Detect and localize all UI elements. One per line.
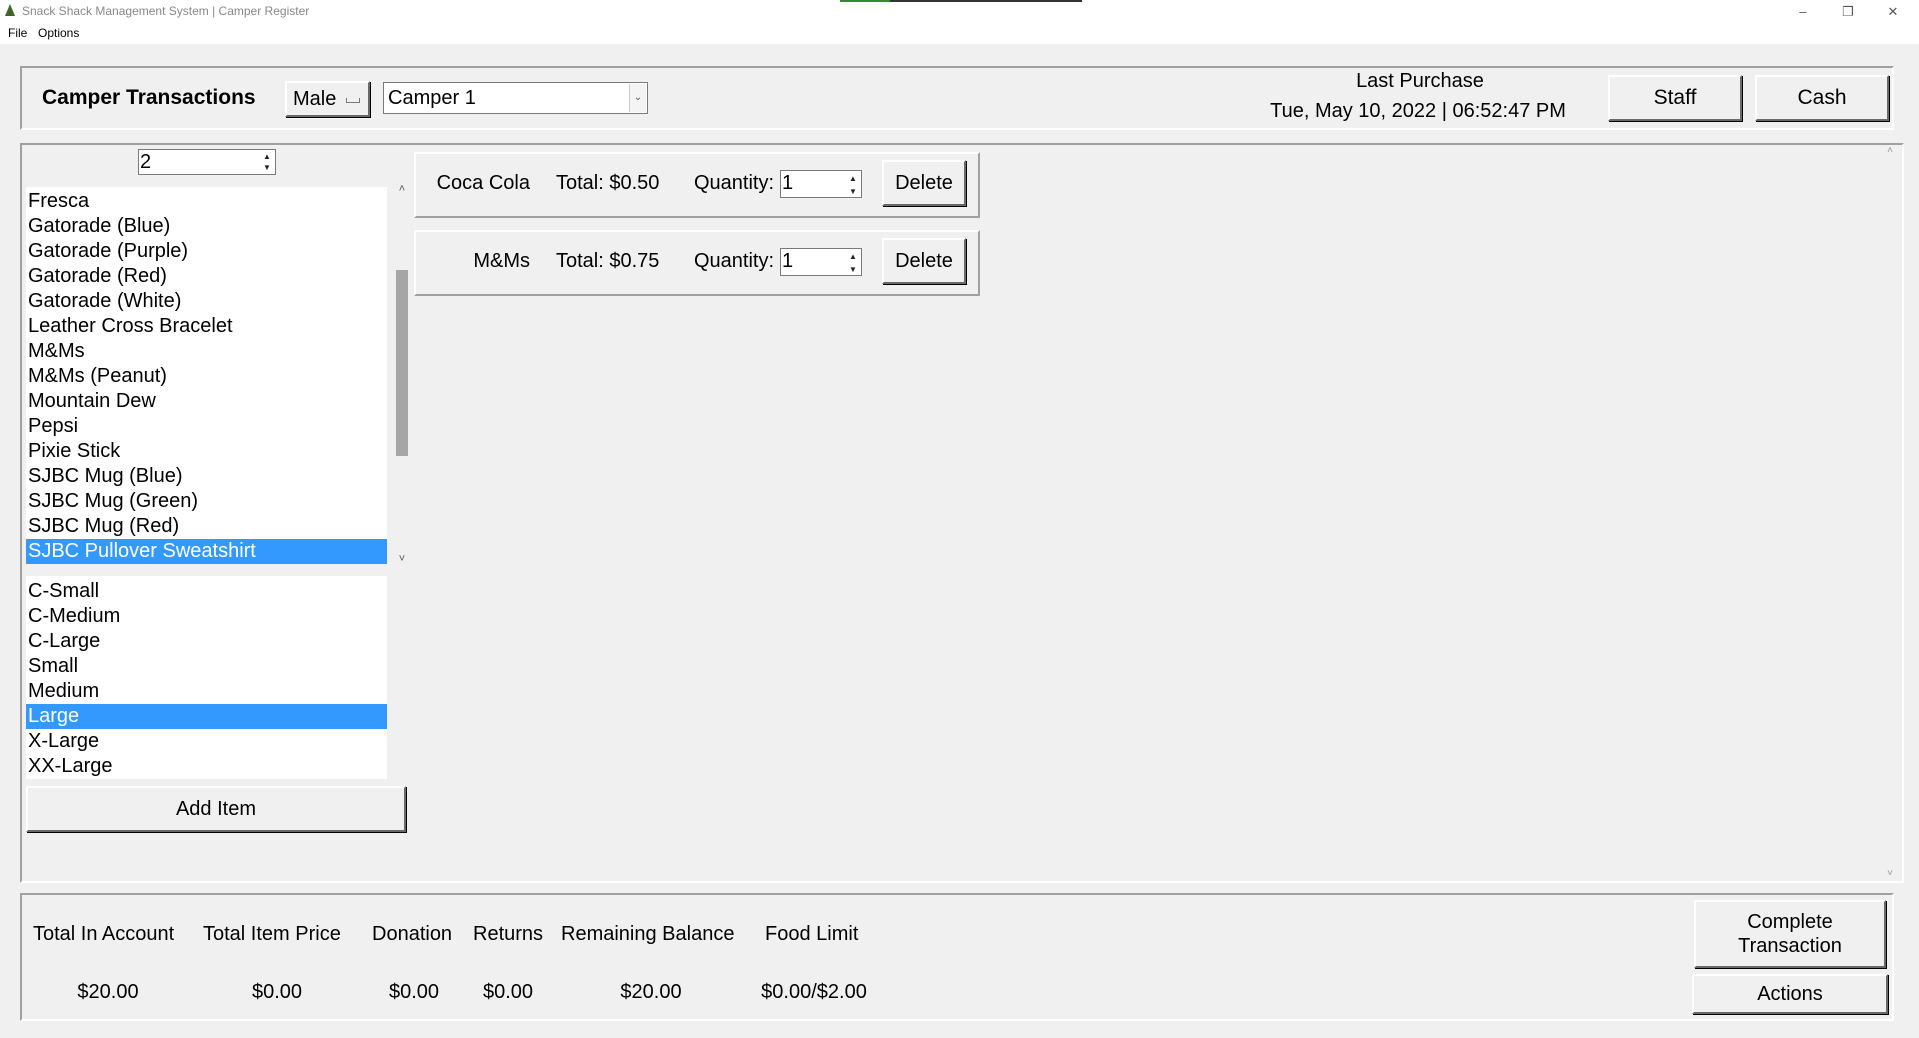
size-item[interactable]: C-Medium (26, 604, 387, 629)
chevron-down-icon[interactable]: ⌄ (629, 84, 646, 112)
scroll-down-icon[interactable]: ˅ (1883, 868, 1897, 882)
gender-value: Male (293, 88, 337, 110)
chevron-down-icon[interactable]: ˅ (394, 552, 410, 566)
size-item[interactable]: Medium (26, 679, 387, 704)
quantity-value: 2 (140, 151, 152, 173)
list-item[interactable]: Pepsi (26, 414, 387, 439)
cart-quantity-stepper[interactable]: 1 ▲ ▼ (780, 248, 862, 276)
page-title: Camper Transactions (42, 86, 256, 109)
delete-button[interactable]: Delete (882, 160, 966, 206)
actions-button[interactable]: Actions (1692, 974, 1888, 1014)
remaining-balance-label: Remaining Balance (561, 923, 735, 945)
cart-item-total: Total: $0.50 (556, 172, 660, 194)
cart-item-name: Coca Cola (436, 172, 530, 194)
cart-quantity-value: 1 (782, 172, 794, 194)
food-limit-label: Food Limit (765, 923, 859, 945)
list-item[interactable]: Gatorade (Red) (26, 264, 387, 289)
sizes-list[interactable]: C-Small C-Medium C-Large Small Medium Large X-… (26, 576, 387, 779)
list-item[interactable]: Leather Cross Bracelet (26, 314, 387, 339)
size-item[interactable]: Large (26, 704, 387, 729)
total-in-account-label: Total In Account (33, 923, 175, 945)
spin-arrows-icon[interactable]: ▲ ▼ (260, 151, 274, 173)
list-item[interactable]: SJBC Mug (Blue) (26, 464, 387, 489)
total-item-price-label: Total Item Price (203, 923, 341, 945)
list-item[interactable]: Gatorade (White) (26, 289, 387, 314)
complete-line-2: Transaction (1738, 935, 1842, 957)
option-indicator-icon (346, 98, 360, 103)
cash-button[interactable]: Cash (1755, 75, 1889, 121)
window-title: Snack Shack Management System | Camper R… (22, 4, 310, 18)
total-in-account-value: $20.00 (77, 981, 139, 1003)
list-item[interactable]: M&Ms (Peanut) (26, 364, 387, 389)
list-item[interactable]: Gatorade (Purple) (26, 239, 387, 264)
scrollbar-thumb[interactable] (396, 270, 408, 456)
app-icon (5, 4, 15, 16)
donation-value: $0.00 (388, 981, 440, 1003)
cart-quantity-label: Quantity: (694, 172, 775, 194)
spin-arrows-icon[interactable]: ▲ ▼ (846, 172, 860, 198)
returns-label: Returns (473, 923, 544, 945)
cart-item-name: M&Ms (473, 250, 530, 272)
list-item[interactable]: SJBC Mug (Green) (26, 489, 387, 514)
list-item[interactable]: Gatorade (Blue) (26, 214, 387, 239)
size-item[interactable]: C-Large (26, 629, 387, 654)
quantity-stepper[interactable]: 2 ▲ ▼ (138, 149, 276, 175)
restore-button[interactable]: ❐ (1833, 2, 1863, 22)
list-item[interactable]: Mountain Dew (26, 389, 387, 414)
staff-button[interactable]: Staff (1608, 75, 1742, 121)
cart-item-total: Total: $0.75 (556, 250, 660, 272)
minimize-button[interactable]: – (1788, 2, 1818, 22)
last-purchase-label: Last Purchase (1356, 70, 1484, 92)
cart-quantity-value: 1 (782, 250, 794, 272)
items-list[interactable]: Fresca Gatorade (Blue) Gatorade (Purple) Ga… (26, 187, 387, 564)
returns-value: $0.00 (482, 981, 534, 1003)
list-item[interactable]: M&Ms (26, 339, 387, 364)
add-item-button[interactable]: Add Item (26, 786, 406, 832)
camper-value: Camper 1 (388, 87, 476, 109)
last-purchase-date: Tue, May 10, 2022 | 06:52:47 PM (1270, 100, 1566, 122)
delete-button[interactable]: Delete (882, 238, 966, 284)
list-item[interactable]: Pixie Stick (26, 439, 387, 464)
gender-selector[interactable]: Male (285, 81, 370, 117)
spin-arrows-icon[interactable]: ▲ ▼ (846, 250, 860, 276)
close-button[interactable]: ✕ (1878, 2, 1908, 22)
complete-line-1: Complete (1747, 911, 1833, 933)
chevron-up-icon[interactable]: ˄ (394, 182, 410, 196)
menu-bar (0, 24, 1919, 44)
total-item-price-value: $0.00 (251, 981, 303, 1003)
complete-transaction-button[interactable]: Complete Transaction (1694, 900, 1886, 968)
cart-quantity-label: Quantity: (694, 250, 775, 272)
food-limit-value: $0.00/$2.00 (761, 981, 867, 1003)
menu-options[interactable]: Options (38, 26, 79, 40)
donation-label: Donation (372, 923, 453, 945)
list-item[interactable]: Fresca (26, 189, 387, 214)
scroll-up-icon[interactable]: ˄ (1883, 145, 1897, 159)
list-item[interactable]: SJBC Mug (Red) (26, 514, 387, 539)
size-item[interactable]: XX-Large (26, 754, 387, 779)
size-item[interactable]: C-Small (26, 579, 387, 604)
progress-bar (840, 0, 1082, 2)
menu-file[interactable]: File (8, 26, 27, 40)
cart-quantity-stepper[interactable]: 1 ▲ ▼ (780, 170, 862, 198)
size-item[interactable]: X-Large (26, 729, 387, 754)
list-item[interactable]: SJBC Pullover Sweatshirt (26, 539, 387, 564)
camper-select[interactable]: Camper 1 ⌄ (383, 82, 648, 114)
remaining-balance-value: $20.00 (620, 981, 682, 1003)
size-item[interactable]: Small (26, 654, 387, 679)
